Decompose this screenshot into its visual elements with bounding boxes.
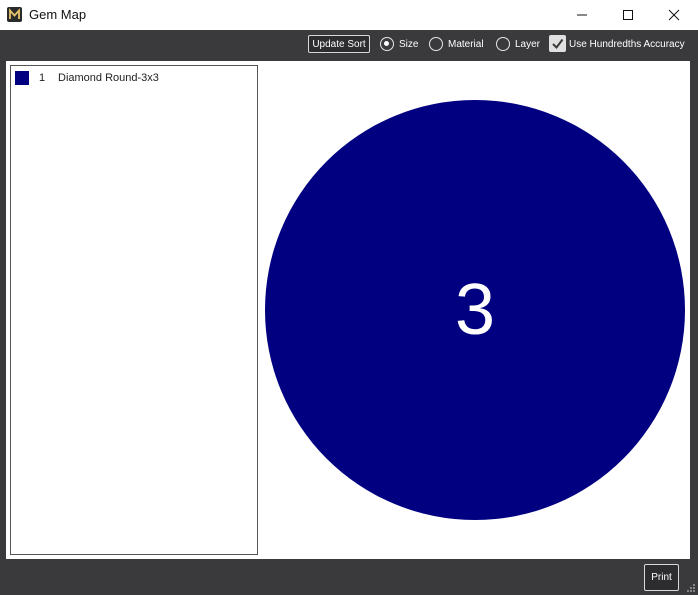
legend-item-number: 1 <box>39 72 46 84</box>
resize-grip-icon[interactable] <box>686 583 696 593</box>
print-button[interactable]: Print <box>644 564 679 591</box>
sort-layer-radio[interactable] <box>496 37 510 51</box>
title-bar: Gem Map <box>0 0 698 30</box>
radio-selected-dot <box>384 41 389 46</box>
close-icon <box>668 9 680 21</box>
sort-layer-label: Layer <box>515 39 541 50</box>
gem-map-canvas: 3 <box>265 100 685 520</box>
legend-item-name: Diamond Round-3x3 <box>58 72 159 84</box>
close-button[interactable] <box>651 0 697 30</box>
sort-size-label: Size <box>399 39 419 50</box>
gem-size-label: 3 <box>455 270 495 350</box>
minimize-button[interactable] <box>559 0 605 30</box>
maximize-icon <box>623 10 633 20</box>
bottom-bar <box>0 559 698 595</box>
gem-legend-list[interactable]: 1 Diamond Round-3x3 <box>10 65 258 555</box>
update-sort-button[interactable]: Update Sort <box>308 35 370 53</box>
sort-size-radio[interactable] <box>380 37 394 51</box>
sort-material-radio[interactable] <box>429 37 443 51</box>
sort-material-label: Material <box>448 39 484 50</box>
minimize-icon <box>577 14 587 16</box>
app-logo-icon <box>7 7 22 22</box>
legend-item[interactable]: 1 Diamond Round-3x3 <box>15 70 253 86</box>
hundredths-accuracy-label: Use Hundredths Accuracy <box>569 39 685 50</box>
checkmark-icon <box>552 38 564 50</box>
maximize-button[interactable] <box>605 0 651 30</box>
hundredths-accuracy-checkbox[interactable] <box>549 35 566 52</box>
window-title: Gem Map <box>29 7 87 22</box>
color-swatch <box>15 71 29 85</box>
